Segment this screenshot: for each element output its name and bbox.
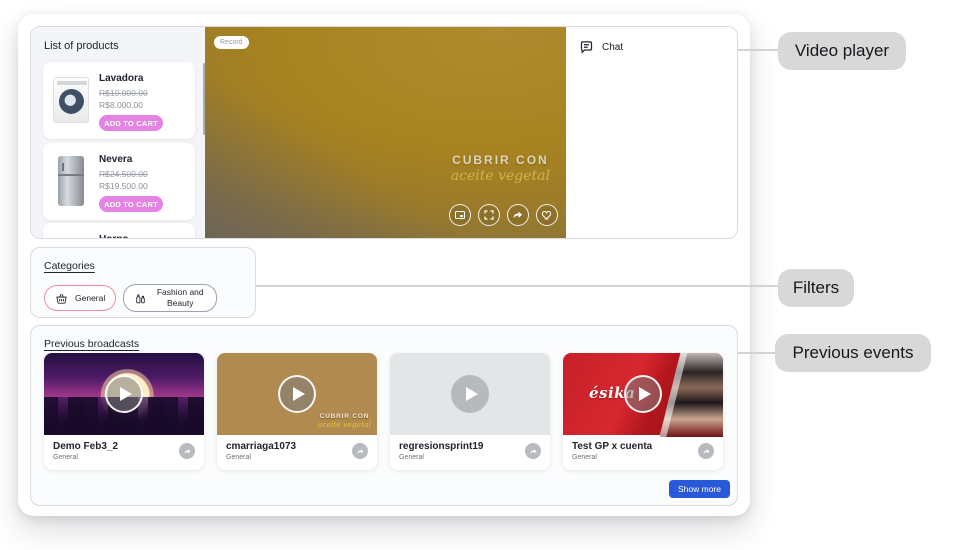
app-window: List of products Lavadora R$10.000.00 R$… bbox=[18, 14, 750, 516]
video-controls bbox=[449, 204, 558, 226]
connector-line-video-player bbox=[738, 49, 778, 51]
product-list-title: List of products bbox=[44, 40, 119, 52]
product-name: Lavadora bbox=[99, 73, 187, 84]
picture-in-picture-icon bbox=[454, 209, 466, 221]
broadcast-thumbnail[interactable] bbox=[390, 353, 550, 435]
product-list-panel: List of products Lavadora R$10.000.00 R$… bbox=[31, 27, 205, 238]
product-old-price: R$24.500.00 bbox=[99, 169, 187, 179]
broadcast-category: General bbox=[399, 454, 483, 461]
share-icon[interactable] bbox=[525, 443, 541, 459]
video-player[interactable]: Record CUBRIR CON aceite vegetal bbox=[205, 27, 566, 238]
connector-line-filters bbox=[256, 285, 778, 287]
broadcast-card[interactable]: Demo Feb3_2 General bbox=[44, 353, 204, 470]
like-button[interactable] bbox=[536, 204, 558, 226]
show-more-button[interactable]: Show more bbox=[669, 480, 730, 498]
category-label: Fashion and Beauty bbox=[154, 287, 206, 308]
category-label: General bbox=[75, 293, 105, 303]
video-caption: CUBRIR CON aceite vegetal bbox=[451, 153, 550, 184]
annotation-previous-events: Previous events bbox=[775, 334, 931, 372]
filters-panel: Categories General Fashion and Beauty bbox=[30, 247, 256, 318]
broadcast-title: Test GP x cuenta bbox=[572, 441, 652, 452]
fullscreen-button[interactable] bbox=[478, 204, 500, 226]
video-caption-subtitle: aceite vegetal bbox=[451, 168, 550, 184]
annotation-video-player: Video player bbox=[778, 32, 906, 70]
broadcast-thumbnail[interactable] bbox=[44, 353, 204, 435]
broadcast-card[interactable]: regresionsprint19 General bbox=[390, 353, 550, 470]
thumbnail-caption: CUBRIR CON aceite vegetal bbox=[318, 413, 371, 429]
share-icon[interactable] bbox=[352, 443, 368, 459]
broadcast-category: General bbox=[226, 454, 296, 461]
product-old-price: R$10.000.00 bbox=[99, 88, 187, 98]
share-button[interactable] bbox=[507, 204, 529, 226]
product-card: Nevera R$24.500.00 R$19.500.00 ADD TO CA… bbox=[43, 143, 195, 220]
product-card: Horno Microondas bbox=[43, 223, 195, 239]
video-player-section: List of products Lavadora R$10.000.00 R$… bbox=[30, 26, 738, 239]
product-name: Nevera bbox=[99, 154, 187, 165]
basket-icon bbox=[55, 292, 68, 305]
broadcast-card[interactable]: CUBRIR CON aceite vegetal cmarriaga1073 … bbox=[217, 353, 377, 470]
previous-broadcasts-panel: Previous broadcasts Demo Feb3_2 General bbox=[30, 325, 738, 506]
fullscreen-icon bbox=[483, 209, 495, 221]
heart-icon bbox=[541, 209, 553, 221]
product-image bbox=[51, 73, 91, 126]
video-caption-title: CUBRIR CON bbox=[451, 153, 550, 167]
share-icon[interactable] bbox=[179, 443, 195, 459]
add-to-cart-button[interactable]: ADD TO CART bbox=[99, 196, 163, 212]
category-button-fashion-and-beauty[interactable]: Fashion and Beauty bbox=[123, 284, 217, 312]
share-icon[interactable] bbox=[698, 443, 714, 459]
picture-in-picture-button[interactable] bbox=[449, 204, 471, 226]
product-card: Lavadora R$10.000.00 R$8.000.00 ADD TO C… bbox=[43, 62, 195, 139]
play-icon[interactable] bbox=[278, 375, 316, 413]
share-icon bbox=[512, 209, 524, 221]
broadcast-category: General bbox=[53, 454, 118, 461]
play-icon[interactable] bbox=[105, 375, 143, 413]
product-name: Horno Microondas bbox=[99, 234, 187, 239]
fridge-image bbox=[58, 156, 84, 206]
record-badge: Record bbox=[214, 36, 249, 49]
connector-line-previous-events bbox=[738, 352, 775, 354]
broadcast-thumbnail[interactable]: CUBRIR CON aceite vegetal bbox=[217, 353, 377, 435]
categories-title: Categories bbox=[44, 260, 95, 272]
category-button-general[interactable]: General bbox=[44, 285, 116, 311]
chat-icon bbox=[579, 40, 594, 55]
product-price: R$8.000.00 bbox=[99, 100, 187, 110]
broadcasts-title: Previous broadcasts bbox=[44, 338, 139, 350]
broadcast-title: Demo Feb3_2 bbox=[53, 441, 118, 452]
broadcast-category: General bbox=[572, 454, 652, 461]
product-image bbox=[51, 154, 91, 207]
broadcast-card[interactable]: ésika Test GP x cuenta General bbox=[563, 353, 723, 470]
play-icon[interactable] bbox=[451, 375, 489, 413]
chat-title: Chat bbox=[602, 42, 623, 53]
product-price: R$19.500.00 bbox=[99, 181, 187, 191]
broadcast-title: cmarriaga1073 bbox=[226, 441, 296, 452]
broadcast-thumbnail[interactable]: ésika bbox=[563, 353, 723, 435]
annotation-filters: Filters bbox=[778, 269, 854, 307]
cosmetics-icon bbox=[134, 292, 147, 305]
broadcast-title: regresionsprint19 bbox=[399, 441, 483, 452]
add-to-cart-button[interactable]: ADD TO CART bbox=[99, 115, 163, 131]
product-image bbox=[51, 234, 91, 239]
chat-panel: Chat bbox=[566, 27, 738, 238]
play-icon[interactable] bbox=[624, 375, 662, 413]
washing-machine-image bbox=[53, 77, 89, 123]
